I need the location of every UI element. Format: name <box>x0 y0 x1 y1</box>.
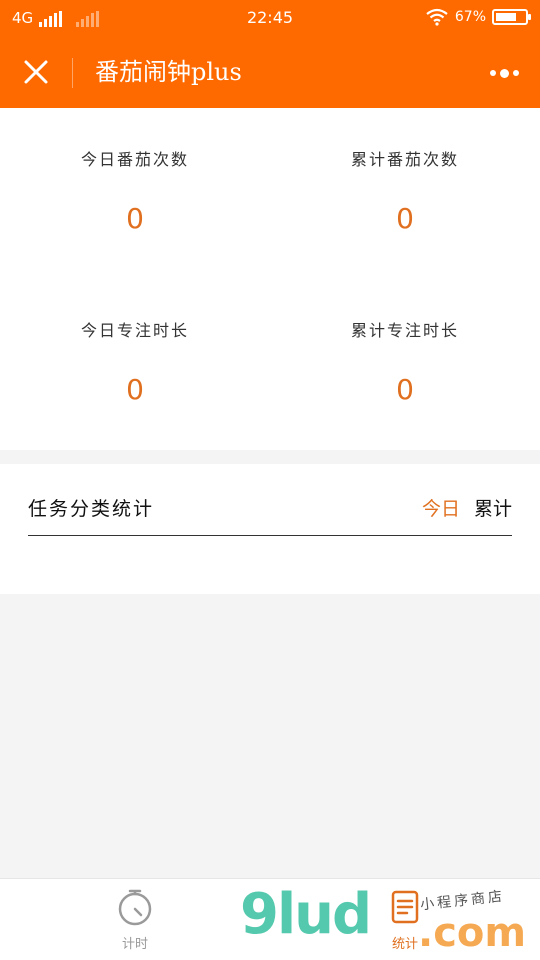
category-stats-section: 任务分类统计 今日 累计 <box>0 464 540 594</box>
battery-percent: 67% <box>454 9 486 25</box>
battery-icon <box>492 9 531 25</box>
page-title: 番茄闹钟plus <box>95 58 242 86</box>
stat-total-focus: 累计专注时长 0 <box>270 279 540 450</box>
stat-value: 0 <box>396 202 414 235</box>
stat-total-count: 累计番茄次数 0 <box>270 108 540 279</box>
watermark-brand: 9lud <box>240 882 372 947</box>
stat-label: 今日专注时长 <box>80 321 189 340</box>
watermark-domain: .com <box>418 910 527 956</box>
close-button[interactable] <box>16 54 56 90</box>
section-title: 任务分类统计 <box>28 498 155 520</box>
nav-header: 番茄闹钟plus <box>0 36 540 108</box>
tab-today[interactable]: 今日 <box>422 494 460 521</box>
status-bar: 4G 22:45 67% <box>0 0 540 36</box>
period-tabs: 今日 累计 <box>422 494 512 521</box>
more-dot-icon <box>512 70 519 76</box>
stat-value: 0 <box>396 373 414 406</box>
stat-value: 0 <box>126 373 144 406</box>
tab-timer[interactable]: 计时 <box>85 887 185 952</box>
more-dot-icon <box>489 70 496 76</box>
watermark: 9lud 小程序商店 .com <box>240 882 540 958</box>
more-dot-icon <box>499 68 509 78</box>
stopwatch-icon <box>118 889 152 926</box>
tab-label: 计时 <box>121 937 148 952</box>
wifi-icon <box>426 8 448 26</box>
status-right: 67% <box>425 8 531 26</box>
tab-total[interactable]: 累计 <box>474 494 512 521</box>
stat-label: 今日番茄次数 <box>80 150 189 169</box>
header-divider <box>72 58 73 88</box>
stats-panel: 今日番茄次数 0 累计番茄次数 0 今日专注时长 0 累计专注时长 0 <box>0 108 540 450</box>
more-button[interactable] <box>486 58 522 88</box>
app-top-bar: 4G 22:45 67% 番茄闹钟plus <box>0 0 540 108</box>
stat-today-focus: 今日专注时长 0 <box>0 279 270 450</box>
stat-label: 累计番茄次数 <box>350 150 459 169</box>
stat-label: 累计专注时长 <box>350 321 459 340</box>
stat-today-count: 今日番茄次数 0 <box>0 108 270 279</box>
close-icon <box>24 60 48 84</box>
section-divider <box>28 535 512 536</box>
stat-value: 0 <box>126 202 144 235</box>
